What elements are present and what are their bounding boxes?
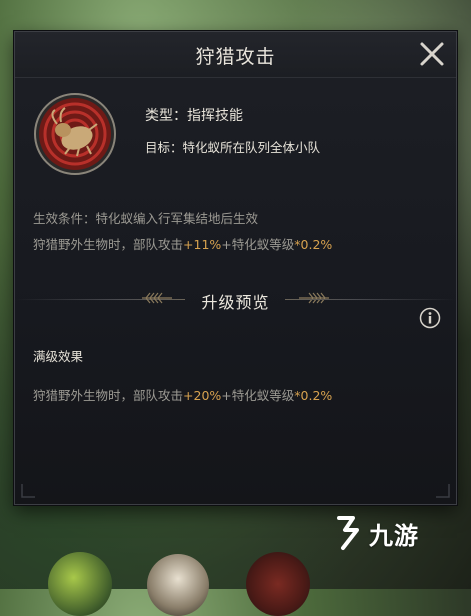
close-icon: [420, 42, 444, 66]
title-bar: 狩猎攻击: [15, 32, 456, 78]
max-effect-suffix: *0.2%: [294, 388, 333, 403]
beetle-icon: [34, 93, 116, 175]
upgrade-preview-title: 升级预览: [201, 293, 270, 312]
corner-ornament-icon: [21, 484, 35, 498]
skill-target: 目标：特化蚁所在队列全体小队: [145, 140, 321, 155]
skill-type: 类型：指挥技能: [145, 108, 243, 124]
current-effect: 狩猎野外生物时，部队攻击+11%+特化蚁等级*0.2%: [33, 234, 332, 253]
info-button[interactable]: [419, 307, 441, 329]
skill-icon-frame: [33, 92, 117, 176]
watermark-logo: 九游: [333, 512, 443, 552]
corner-ornament-icon: [436, 484, 450, 498]
bottom-icon-row: [0, 548, 471, 616]
jiuyou-logo-icon: [337, 516, 359, 550]
close-button[interactable]: [418, 40, 446, 68]
bottom-skill-icon[interactable]: [246, 552, 310, 616]
max-effect: 狩猎野外生物时，部队攻击+20%+特化蚁等级*0.2%: [33, 385, 332, 404]
watermark-text: 九游: [369, 522, 419, 550]
effect-condition: 生效条件：特化蚁编入行军集结地后生效: [33, 211, 259, 226]
max-effect-prefix: 狩猎野外生物时，部队攻击: [33, 388, 184, 403]
bottom-skill-icon[interactable]: [147, 554, 209, 616]
bottom-skill-icon[interactable]: [48, 552, 112, 616]
effect-value: +11%: [183, 237, 222, 252]
wheat-ornament-right-icon: [299, 292, 329, 304]
divider-right: [285, 299, 456, 300]
effect-suffix: *0.2%: [294, 237, 333, 252]
max-effect-middle: +特化蚁等级: [221, 388, 295, 403]
effect-middle: +特化蚁等级: [221, 237, 295, 252]
max-level-label: 满级效果: [33, 349, 84, 364]
info-icon: [419, 307, 441, 329]
dialog-title: 狩猎攻击: [195, 46, 276, 68]
max-effect-value: +20%: [183, 388, 222, 403]
effect-prefix: 狩猎野外生物时，部队攻击: [33, 237, 184, 252]
skill-dialog: 狩猎攻击 类型：指挥技能 目标：特化蚁所在队列全体小队 生效条件：特化蚁编入行军…: [14, 31, 457, 505]
